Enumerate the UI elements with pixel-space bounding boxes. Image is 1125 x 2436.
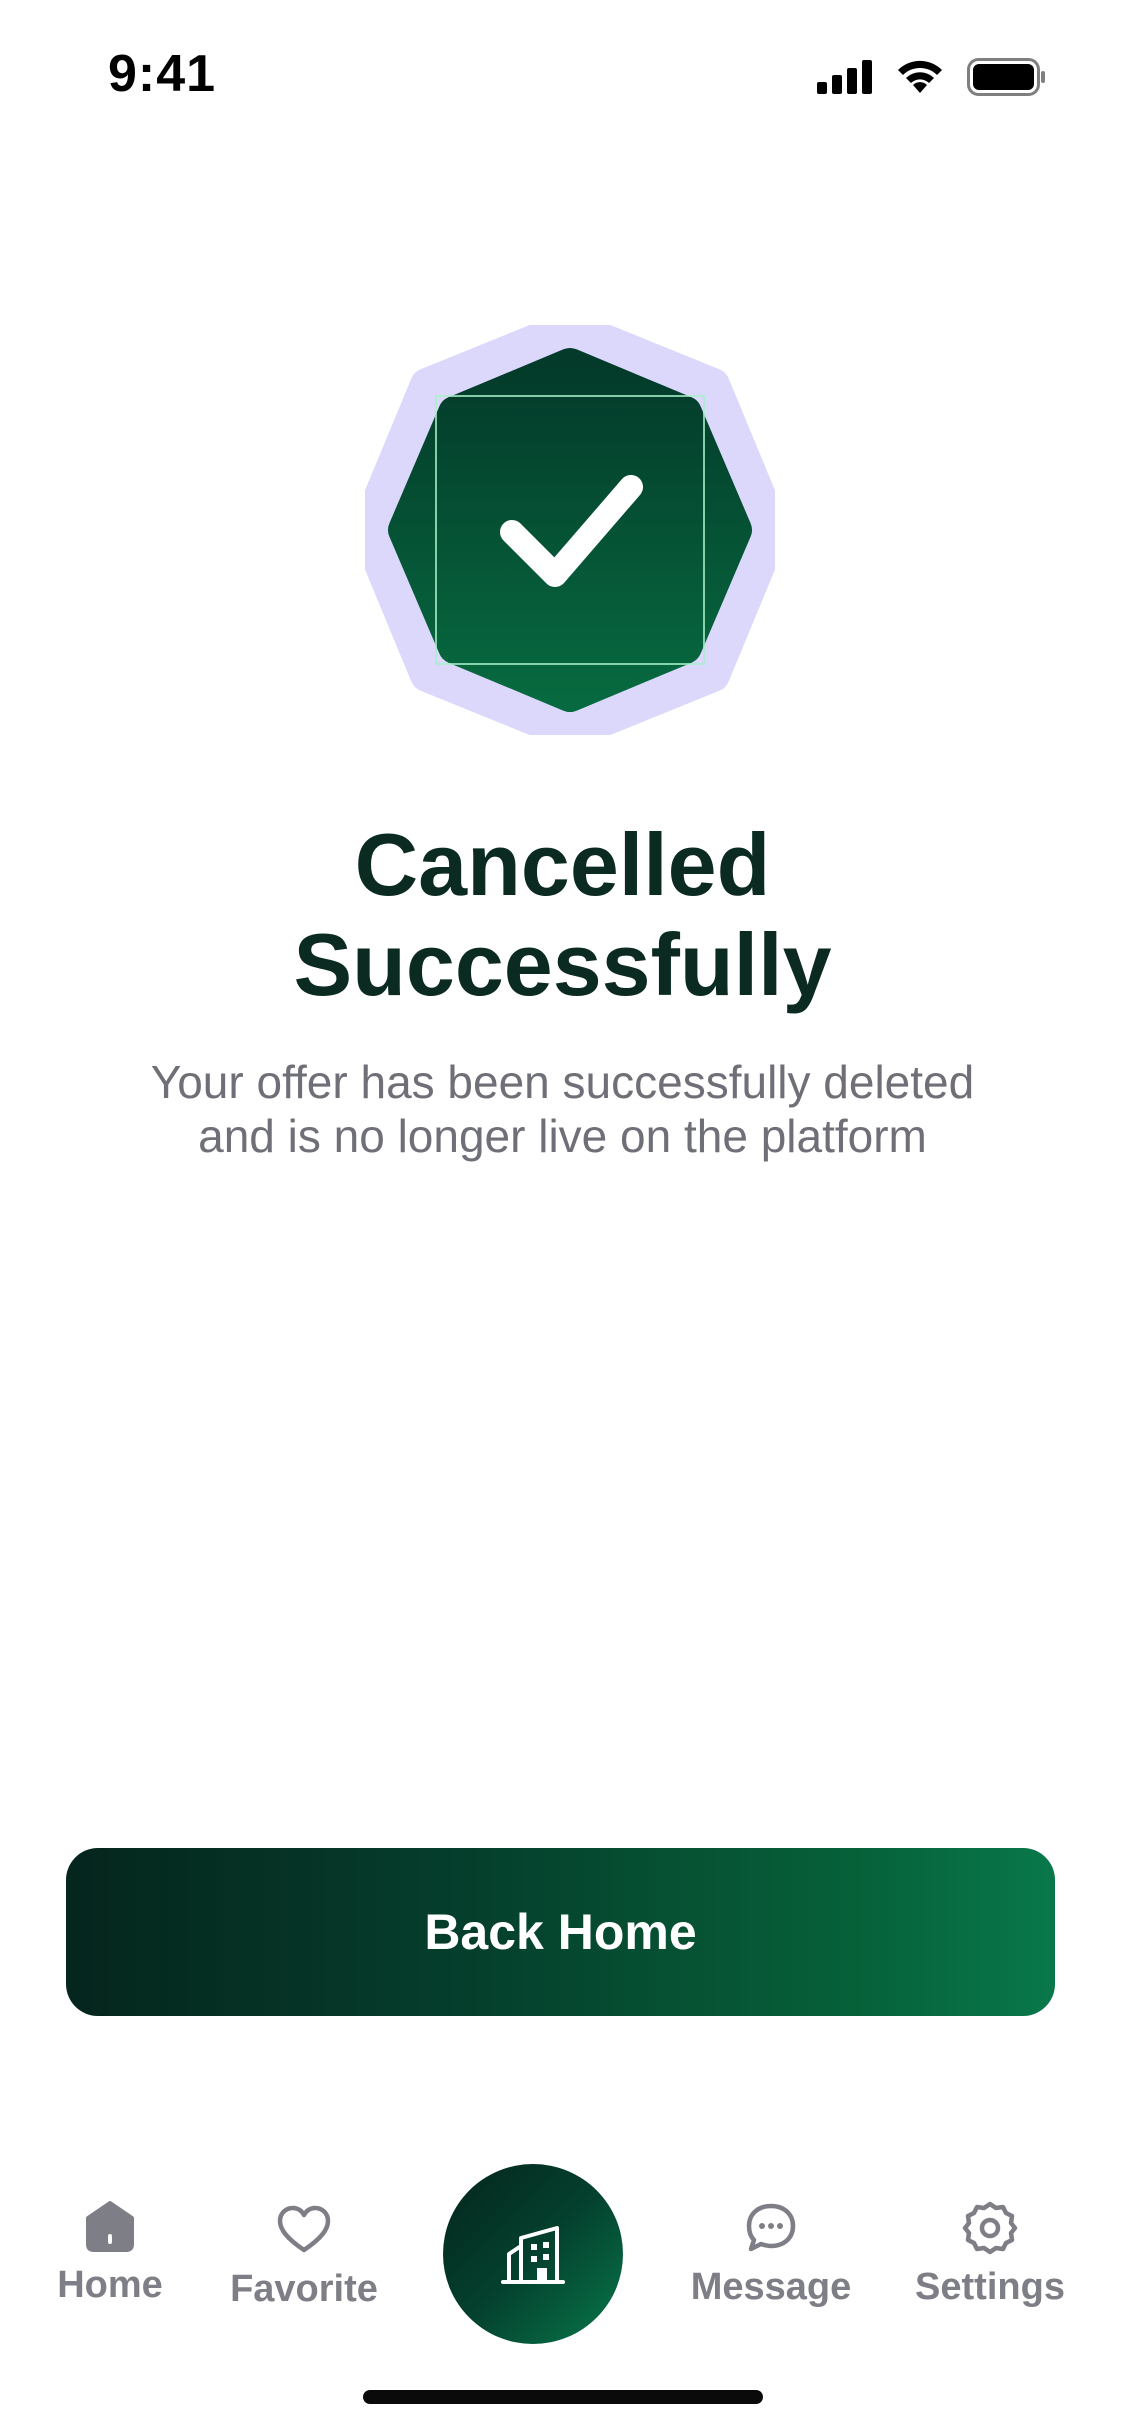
title-line-1: Cancelled — [354, 815, 771, 914]
battery-icon — [967, 58, 1045, 96]
status-bar: 9:41 — [0, 0, 1125, 150]
success-badge — [365, 325, 775, 735]
back-home-button[interactable]: Back Home — [66, 1848, 1055, 2016]
tab-favorite-label: Favorite — [230, 2268, 378, 2310]
tab-settings[interactable]: Settings — [912, 2198, 1068, 2309]
tab-favorite[interactable]: Favorite — [228, 2200, 380, 2311]
center-action-button[interactable] — [443, 2164, 623, 2344]
title-line-2: Successfully — [293, 915, 832, 1014]
home-icon — [86, 2201, 134, 2252]
chat-bubble-icon — [746, 2203, 796, 2252]
cellular-signal-icon — [817, 60, 872, 94]
bottom-tab-bar: Home Favorite Message Settings — [0, 2150, 1125, 2380]
badge-inner-octagon — [388, 348, 752, 712]
status-icons — [817, 58, 1047, 96]
tab-message-label: Message — [690, 2266, 852, 2308]
home-indicator — [363, 2390, 763, 2404]
tab-home[interactable]: Home — [54, 2196, 166, 2307]
gear-icon — [962, 2201, 1018, 2255]
status-time: 9:41 — [108, 45, 217, 103]
wifi-icon — [898, 60, 942, 93]
heart-icon — [277, 2205, 331, 2253]
building-icon — [501, 2226, 565, 2284]
tab-message[interactable]: Message — [686, 2198, 856, 2309]
tab-settings-label: Settings — [915, 2266, 1065, 2308]
tab-home-label: Home — [57, 2264, 163, 2306]
page-title: Cancelled Successfully — [0, 815, 1125, 1015]
confirmation-message: Your offer has been successfully deleted… — [150, 1056, 975, 1162]
